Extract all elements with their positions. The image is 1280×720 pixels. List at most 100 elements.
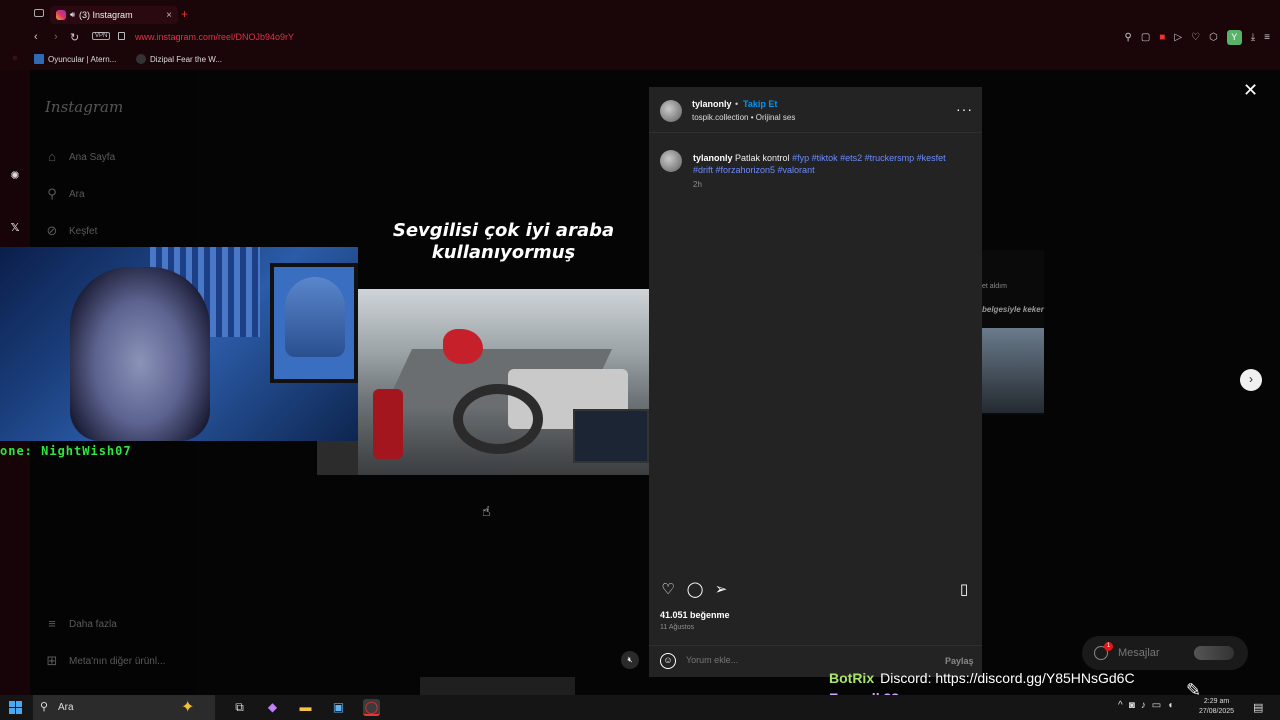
caption-username[interactable]: tylanonly — [693, 153, 733, 163]
new-tab-button[interactable]: + — [181, 7, 188, 21]
follow-button[interactable]: Takip Et — [743, 99, 777, 109]
snapshot-icon[interactable]: ▢ — [1141, 32, 1150, 43]
search-icon: ⚲ — [40, 701, 49, 713]
instagram-logo[interactable]: Instagram — [45, 98, 123, 116]
forward-icon[interactable]: › — [54, 31, 58, 43]
more-icon[interactable]: ··· — [956, 101, 973, 117]
nav-item-home[interactable]: ⌂ Ana Sayfa — [45, 150, 115, 164]
sidebar-dim-icon[interactable]: ● — [9, 52, 21, 64]
chevron-right-icon[interactable]: › — [1240, 369, 1262, 391]
microphone-icon[interactable]: ♪ — [1141, 700, 1146, 711]
bookmark-item[interactable]: Oyuncular | Atern... — [34, 54, 116, 64]
chat-text: Discord: https://discord.gg/Y85HNsGd6C — [880, 670, 1135, 686]
search-icon: ⚲ — [47, 186, 57, 201]
task-view-icon[interactable]: ⧉ — [231, 699, 248, 716]
webcam-feed — [0, 247, 358, 441]
game-mirror — [373, 389, 403, 459]
likes-count[interactable]: 41.051 beğenme — [660, 610, 730, 620]
caption-line: Sevgilisi çok iyi araba — [392, 220, 615, 241]
post-actions: ♡ ◯ ➢ ▯ — [649, 581, 982, 603]
next-reel-preview[interactable]: et aldım belgesiyle keker — [982, 250, 1044, 415]
audio-source: tospik.collection — [692, 113, 749, 122]
comment-input[interactable] — [686, 655, 936, 665]
tab-instagram[interactable]: 🔊︎ (3) Instagram × — [50, 6, 178, 24]
network-icon[interactable]: ▭ — [1152, 700, 1161, 711]
system-tray: ^ ◙ ♪ ▭ ◖ — [1118, 700, 1173, 711]
dizipal-favicon-icon — [136, 54, 146, 64]
taskbar-search[interactable]: ⚲ Ara ✦ — [33, 695, 215, 720]
file-explorer-icon[interactable]: ▬ — [297, 699, 314, 716]
emoji-icon[interactable]: ☺ — [660, 653, 676, 669]
reel-caption-overlay: Sevgilisi çok iyi araba kullanıyormuş — [358, 220, 649, 264]
home-icon: ⌂ — [48, 149, 56, 164]
windows-taskbar: ⚲ Ara ✦ ⧉ ◆ ▬ ▣ ◯ ^ ◙ ♪ ▭ ◖ 2:29 am 27/0… — [0, 695, 1280, 720]
tab-close-icon[interactable]: × — [166, 10, 172, 21]
vpn-badge[interactable]: VPN — [92, 32, 111, 40]
bookmark-item[interactable]: Dizipal Fear the W... — [136, 54, 222, 64]
shield-icon[interactable]: ■ — [1159, 32, 1165, 43]
chevron-up-icon[interactable]: ^ — [1118, 700, 1123, 711]
screen: 🔊︎ (3) Instagram × + ‹ › ↻ VPN www.insta… — [0, 0, 1280, 720]
nav-label: Ana Sayfa — [69, 151, 116, 163]
separator-dot: • — [735, 99, 739, 109]
messages-label: Mesajlar — [1118, 647, 1160, 659]
hamburger-icon: ≡ — [48, 616, 56, 631]
extensions-icon[interactable]: ⬡ — [1209, 32, 1218, 43]
avatar[interactable] — [660, 100, 682, 122]
post-username[interactable]: tylanonly — [692, 99, 732, 109]
back-icon[interactable]: ‹ — [34, 31, 38, 43]
profile-avatar[interactable]: Y — [1226, 30, 1242, 45]
speaker-icon: 🔊︎ — [70, 10, 76, 19]
audio-info[interactable]: tospik.collection • Orijinal ses — [692, 113, 795, 122]
copilot-sparkle-icon: ✦ — [181, 699, 195, 716]
opera-icon[interactable]: ◯ — [363, 699, 380, 716]
share-icon[interactable]: ➢ — [712, 581, 730, 599]
messages-avatars — [1194, 646, 1234, 660]
post-detail-panel: tylanonly • Takip Et tospik.collection •… — [649, 87, 982, 677]
lock-icon[interactable] — [118, 32, 125, 40]
share-comment-button[interactable]: Paylaş — [945, 656, 974, 666]
heart-bookmark-icon[interactable]: ♡ — [1191, 32, 1200, 43]
tab-title: (3) Instagram — [79, 10, 133, 20]
bookmark-icon[interactable]: ▯ — [955, 581, 973, 599]
mute-toggle-icon[interactable]: 🔇︎ — [621, 651, 639, 669]
heart-icon[interactable]: ♡ — [659, 581, 677, 599]
bottom-thumbnail — [420, 677, 575, 695]
messages-button[interactable]: 1 Mesajlar — [1082, 636, 1248, 670]
windows-start-icon[interactable] — [9, 701, 22, 714]
copilot-icon[interactable]: ◆ — [264, 699, 281, 716]
notification-icon[interactable]: ▤ — [1253, 701, 1263, 714]
taskbar-clock[interactable]: 2:29 am 27/08/2025 — [1199, 697, 1234, 717]
caption-avatar[interactable] — [660, 150, 682, 172]
download-icon[interactable]: ⤓ — [1251, 32, 1255, 43]
steering-wheel — [453, 384, 543, 454]
streamer-figure — [70, 267, 210, 441]
nav-label: Ara — [69, 188, 85, 200]
chat-username: BotRix — [829, 670, 875, 686]
game-view — [358, 289, 649, 475]
camera-icon[interactable]: ◙ — [1129, 700, 1135, 711]
tab-manager-icon[interactable] — [34, 9, 44, 17]
url-field[interactable]: www.instagram.com/reel/DNOJb94o9rY — [135, 32, 294, 42]
nav-item-more[interactable]: ≡ Daha fazla — [45, 617, 117, 631]
close-icon[interactable]: ✕ — [1243, 80, 1258, 101]
reel-video[interactable]: Sevgilisi çok iyi araba kullanıyormuş on… — [0, 200, 649, 480]
wall-portrait — [285, 277, 345, 357]
game-red-car — [443, 329, 483, 364]
volume-icon[interactable]: ◖ — [1167, 700, 1173, 711]
store-icon[interactable]: ▣ — [330, 699, 347, 716]
pin-icon[interactable]: ⚲ — [1125, 32, 1132, 43]
browser-toolbar: ⚲ ▢ ■ ▷ ♡ ⬡ Y ⤓ ≡ — [1125, 30, 1270, 45]
comment-icon[interactable]: ◯ — [686, 581, 704, 599]
caption-text: Patlak kontrol — [735, 153, 790, 163]
chatgpt-icon[interactable]: ✺ — [9, 170, 21, 182]
taskbar-search-label: Ara — [58, 702, 74, 713]
chat-message: BotRix Discord: https://discord.gg/Y85HN… — [829, 668, 1135, 688]
mouse-cursor-icon: ☝ — [482, 503, 491, 519]
reload-icon[interactable]: ↻ — [70, 31, 79, 44]
play-icon[interactable]: ▷ — [1174, 32, 1182, 43]
nav-item-search[interactable]: ⚲ Ara — [45, 186, 85, 201]
nav-item-meta[interactable]: ⊞ Meta'nın diğer ürünl... — [45, 654, 166, 668]
menu-icon[interactable]: ≡ — [1264, 32, 1270, 43]
post-header: tylanonly • Takip Et tospik.collection •… — [649, 87, 982, 133]
